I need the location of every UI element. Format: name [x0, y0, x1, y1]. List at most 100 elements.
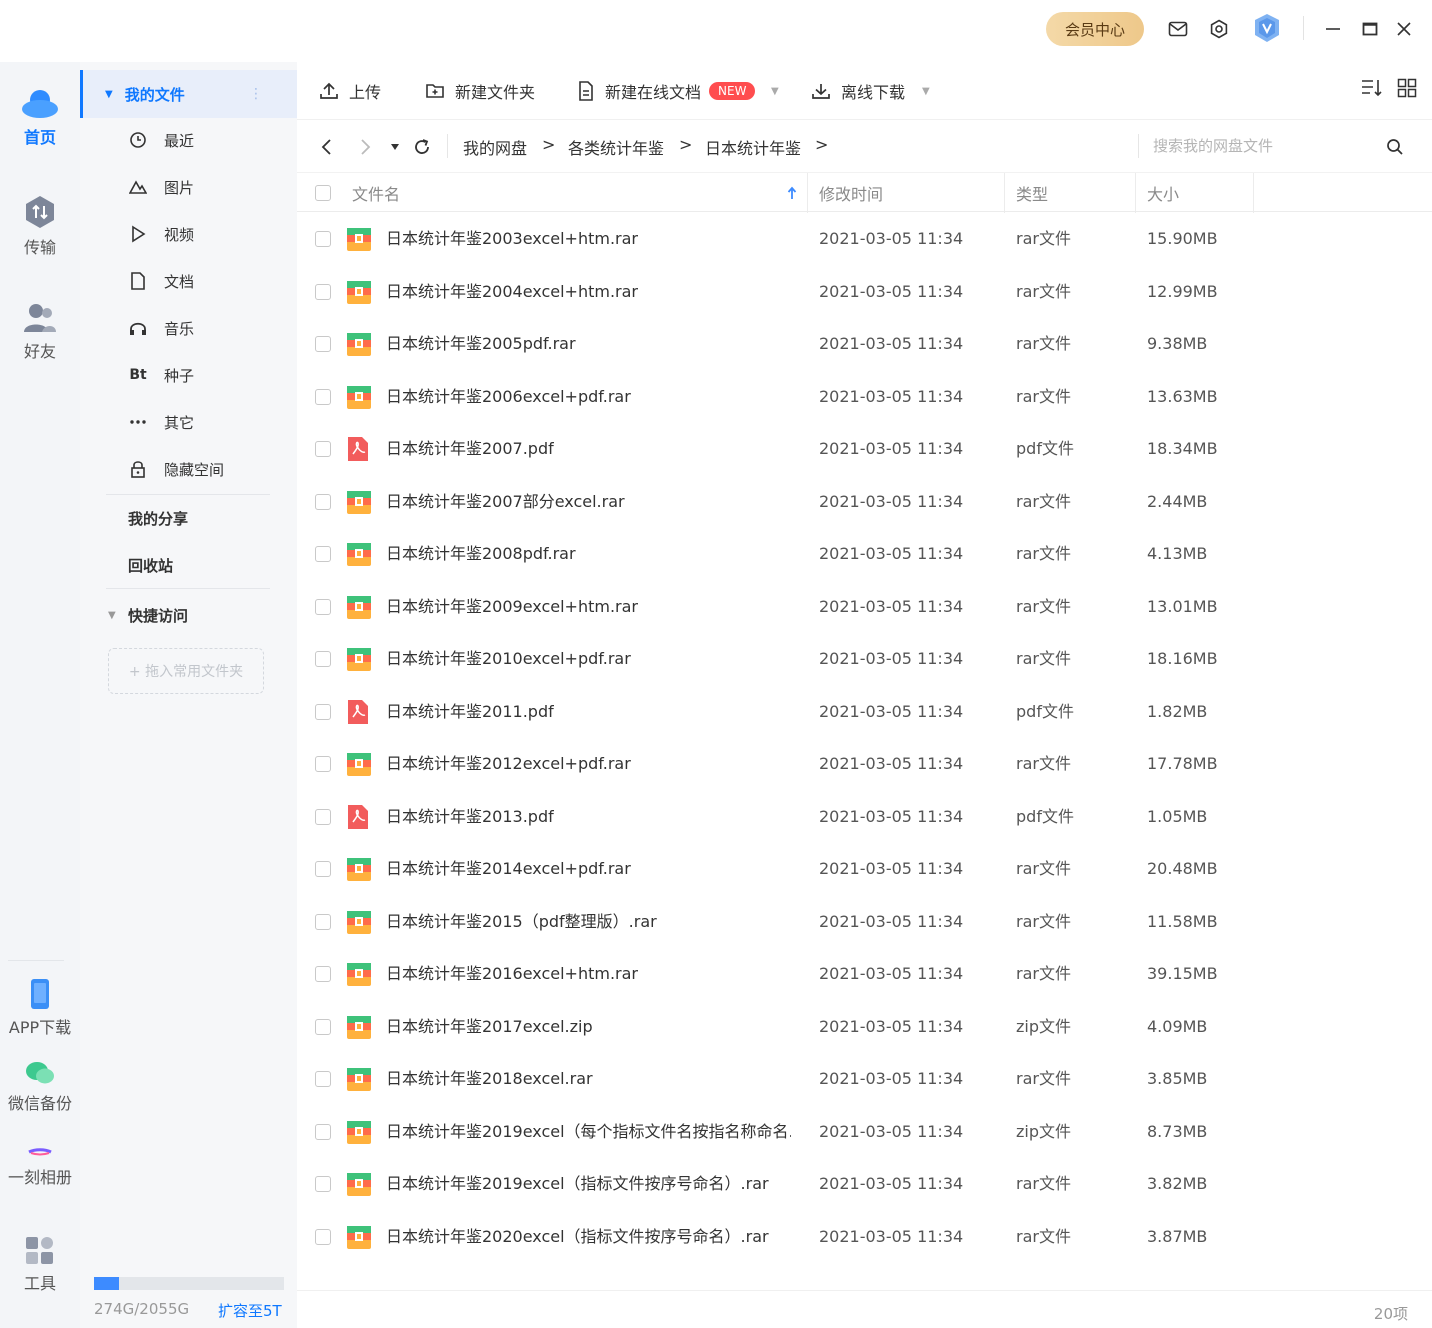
minimize-icon[interactable] [1318, 14, 1348, 44]
table-row[interactable]: 日本统计年鉴2009excel+htm.rar 2021-03-05 11:34… [297, 581, 1432, 634]
file-size: 13.63MB [1147, 386, 1218, 406]
select-all-checkbox[interactable] [315, 173, 331, 213]
sidebar-item-quick-access[interactable]: 快捷访问 [128, 605, 188, 626]
row-checkbox[interactable] [315, 651, 331, 667]
table-row[interactable]: 日本统计年鉴2010excel+pdf.rar 2021-03-05 11:34… [297, 633, 1432, 686]
history-dropdown-icon[interactable] [385, 134, 405, 160]
row-checkbox[interactable] [315, 546, 331, 562]
dropdown-caret-icon[interactable]: ▼ [771, 86, 779, 97]
search-input[interactable] [1153, 131, 1383, 161]
row-checkbox[interactable] [315, 1071, 331, 1087]
row-checkbox[interactable] [315, 336, 331, 352]
vip-center-button[interactable]: 会员中心 [1046, 12, 1144, 46]
caret-down-icon[interactable]: ▼ [108, 610, 116, 621]
back-icon[interactable] [313, 134, 339, 160]
sort-ascending-icon[interactable] [787, 173, 797, 213]
more-vertical-icon[interactable]: ⋮ [249, 86, 263, 102]
close-icon[interactable] [1389, 14, 1419, 44]
sidebar-item-images[interactable]: 图片 [80, 164, 297, 210]
table-row[interactable]: 日本统计年鉴2014excel+pdf.rar 2021-03-05 11:34… [297, 843, 1432, 896]
forward-icon[interactable] [353, 134, 379, 160]
row-checkbox[interactable] [315, 703, 331, 720]
row-checkbox[interactable] [315, 283, 331, 300]
table-row[interactable]: 日本统计年鉴2015（pdf整理版）.rar 2021-03-05 11:34 … [297, 896, 1432, 949]
new-online-doc-button[interactable]: 新建在线文档 NEW [577, 78, 756, 104]
file-modified: 2021-03-05 11:34 [819, 334, 964, 353]
table-row[interactable]: 日本统计年鉴2016excel+htm.rar 2021-03-05 11:34… [297, 948, 1432, 1001]
row-checkbox[interactable] [315, 1123, 331, 1140]
row-checkbox[interactable] [315, 1228, 331, 1245]
rail-item-home[interactable]: 首页 [0, 86, 80, 148]
table-row[interactable]: 日本统计年鉴2019excel（每个指标文件名按指名称命名... 2021-03… [297, 1106, 1432, 1159]
row-checkbox[interactable] [315, 966, 331, 982]
sidebar-item-my-files[interactable]: ▼ 我的文件 ⋮ [80, 70, 297, 118]
table-row[interactable]: 日本统计年鉴2007部分excel.rar 2021-03-05 11:34 r… [297, 476, 1432, 529]
search-icon[interactable] [1381, 133, 1409, 161]
column-header-size[interactable]: 大小 [1147, 173, 1179, 213]
settings-icon[interactable] [1204, 14, 1234, 44]
table-row[interactable]: 日本统计年鉴2007.pdf 2021-03-05 11:34 pdf文件 18… [297, 423, 1432, 476]
maximize-icon[interactable] [1355, 14, 1385, 44]
sidebar-item-videos[interactable]: 视频 [80, 211, 297, 257]
row-checkbox[interactable] [315, 808, 331, 825]
row-checkbox[interactable] [315, 441, 331, 457]
column-header-modified[interactable]: 修改时间 [819, 173, 883, 213]
rail-item-transfer[interactable]: 传输 [0, 194, 80, 258]
row-checkbox[interactable] [315, 598, 331, 615]
sidebar-item-recycle-bin[interactable]: 回收站 [128, 555, 173, 576]
breadcrumb-item[interactable]: 日本统计年鉴 [705, 135, 801, 159]
expand-storage-link[interactable]: 扩容至5T [218, 1300, 282, 1321]
rail-item-tools[interactable]: 工具 [0, 1236, 80, 1294]
refresh-icon[interactable] [409, 134, 435, 160]
sidebar-item-recent[interactable]: 最近 [80, 117, 297, 163]
table-row[interactable]: 日本统计年鉴2018excel.rar 2021-03-05 11:34 rar… [297, 1053, 1432, 1106]
row-checkbox[interactable] [315, 861, 331, 877]
table-row[interactable]: 日本统计年鉴2006excel+pdf.rar 2021-03-05 11:34… [297, 371, 1432, 424]
table-row[interactable]: 日本统计年鉴2003excel+htm.rar 2021-03-05 11:34… [297, 213, 1432, 266]
table-row[interactable]: 日本统计年鉴2008pdf.rar 2021-03-05 11:34 rar文件… [297, 528, 1432, 581]
table-row[interactable]: 日本统计年鉴2005pdf.rar 2021-03-05 11:34 rar文件… [297, 318, 1432, 371]
dropdown-caret-icon[interactable]: ▼ [922, 86, 930, 97]
row-checkbox[interactable] [315, 388, 331, 405]
rail-item-wechat-backup[interactable]: 微信备份 [0, 1060, 80, 1114]
row-checkbox[interactable] [315, 231, 331, 247]
mail-icon[interactable] [1163, 14, 1193, 44]
table-row[interactable]: 日本统计年鉴2013.pdf 2021-03-05 11:34 pdf文件 1.… [297, 791, 1432, 844]
sidebar-item-torrents[interactable]: Bt 种子 [80, 352, 297, 398]
rail-item-album[interactable]: 一刻相册 [0, 1144, 80, 1188]
archive-file-icon [346, 1119, 372, 1145]
upload-button[interactable]: 上传 [319, 78, 381, 104]
sidebar-item-documents[interactable]: 文档 [80, 258, 297, 304]
table-row[interactable]: 日本统计年鉴2004excel+htm.rar 2021-03-05 11:34… [297, 266, 1432, 319]
sidebar-item-others[interactable]: 其它 [80, 399, 297, 445]
file-name: 日本统计年鉴2007.pdf [386, 439, 554, 458]
sidebar-item-hidden-space[interactable]: 隐藏空间 [80, 446, 297, 492]
sort-icon[interactable] [1361, 78, 1383, 102]
row-checkbox[interactable] [315, 1018, 331, 1035]
sidebar-item-my-share[interactable]: 我的分享 [128, 508, 188, 529]
table-row[interactable]: 日本统计年鉴2020excel（指标文件按序号命名）.rar 2021-03-0… [297, 1211, 1432, 1264]
column-header-type[interactable]: 类型 [1016, 173, 1048, 213]
rail-item-friends[interactable]: 好友 [0, 302, 80, 362]
column-header-name[interactable]: 文件名 [352, 173, 400, 213]
file-modified: 2021-03-05 11:34 [819, 544, 964, 563]
table-row[interactable]: 日本统计年鉴2017excel.zip 2021-03-05 11:34 zip… [297, 1001, 1432, 1054]
rail-item-app-download[interactable]: APP下载 [0, 978, 80, 1038]
vip-shield-icon[interactable] [1251, 12, 1283, 44]
row-checkbox[interactable] [315, 1176, 331, 1192]
grid-view-icon[interactable] [1397, 78, 1417, 102]
table-row[interactable]: 日本统计年鉴2011.pdf 2021-03-05 11:34 pdf文件 1.… [297, 686, 1432, 739]
file-size: 1.05MB [1147, 806, 1208, 826]
table-row[interactable]: 日本统计年鉴2012excel+pdf.rar 2021-03-05 11:34… [297, 738, 1432, 791]
sidebar-item-music[interactable]: 音乐 [80, 305, 297, 351]
row-checkbox[interactable] [315, 913, 331, 930]
breadcrumb-item[interactable]: 我的网盘 [463, 135, 527, 159]
quick-access-drop-zone[interactable]: + 拖入常用文件夹 [108, 648, 264, 694]
row-checkbox[interactable] [315, 756, 331, 772]
table-row[interactable]: 日本统计年鉴2019excel（指标文件按序号命名）.rar 2021-03-0… [297, 1158, 1432, 1211]
file-modified: 2021-03-05 11:34 [819, 229, 964, 248]
offline-download-button[interactable]: 离线下载 [811, 78, 905, 104]
breadcrumb-item[interactable]: 各类统计年鉴 [568, 135, 664, 159]
new-folder-button[interactable]: 新建文件夹 [425, 78, 535, 104]
row-checkbox[interactable] [315, 493, 331, 510]
